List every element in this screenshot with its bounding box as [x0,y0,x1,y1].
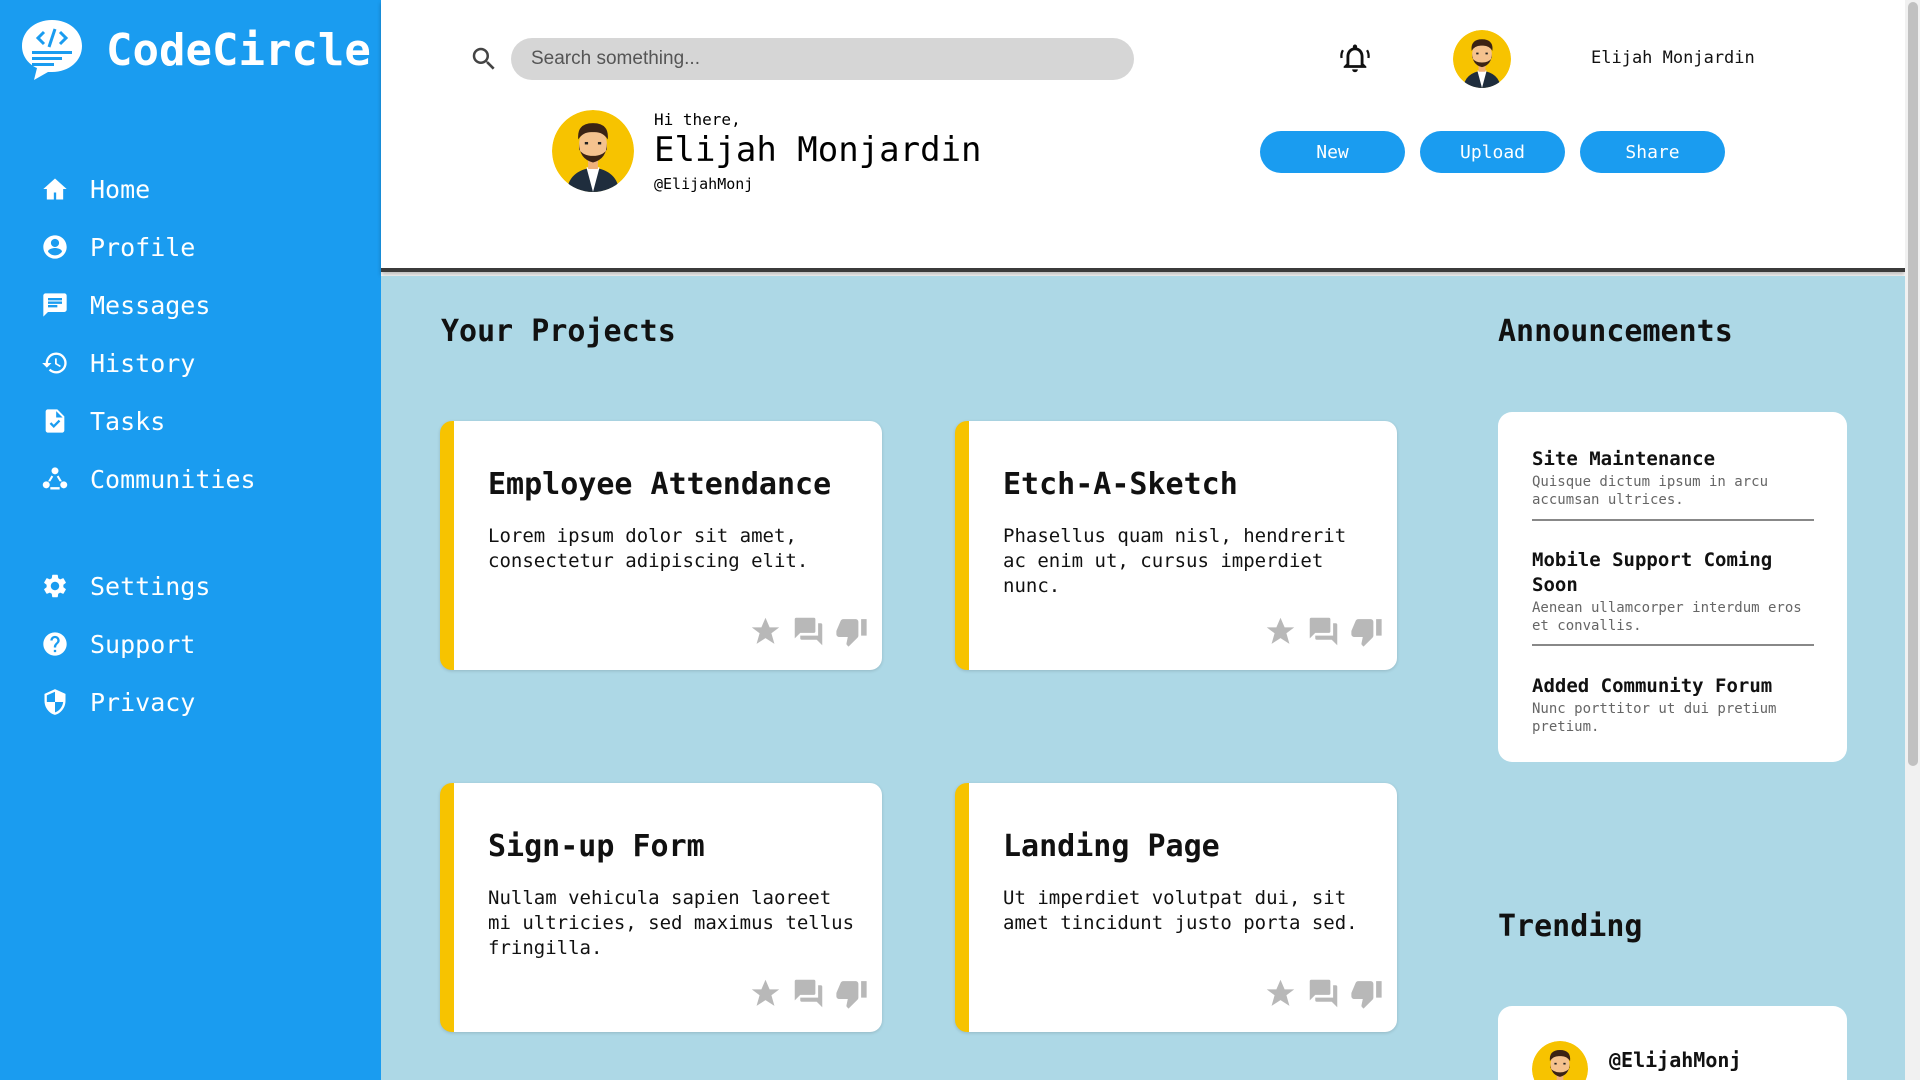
projects-title: Your Projects [441,314,676,349]
history-icon [40,348,70,378]
project-title: Etch-A-Sketch [1003,467,1238,502]
sidebar-item-label: Communities [90,464,256,494]
sidebar-item-privacy[interactable]: Privacy [40,673,360,731]
trending-title: Trending [1498,909,1643,944]
sidebar-item-tasks[interactable]: Tasks [40,392,360,450]
announcements-title: Announcements [1498,314,1733,349]
scrollbar-thumb[interactable] [1908,2,1918,766]
sidebar-item-label: Support [90,629,196,659]
announcement-item[interactable]: Added Community Forum Nunc porttitor ut … [1532,674,1814,736]
project-card[interactable]: Employee Attendance Lorem ipsum dolor si… [440,421,882,670]
announcement-title: Mobile Support Coming Soon [1532,549,1773,596]
announcement-description: Nunc porttitor ut dui pretium pretium. [1532,701,1777,735]
account-circle-icon [40,232,70,262]
project-description: Nullam vehicula sapien laoreet mi ultric… [488,887,855,959]
star-icon[interactable] [749,615,782,648]
announcement-item[interactable]: Site Maintenance Quisque dictum ipsum in… [1532,447,1814,509]
project-title: Landing Page [1003,829,1220,864]
card-actions [1264,977,1383,1010]
communities-icon [40,464,70,494]
project-description: Phasellus quam nisl, hendrerit ac enim u… [1003,525,1347,597]
sidebar-item-profile[interactable]: Profile [40,218,360,276]
project-description: Ut imperdiet volutpat dui, sit amet tinc… [1003,887,1358,934]
sidebar-item-label: Profile [90,232,196,262]
project-title: Employee Attendance [488,467,832,502]
announcement-item[interactable]: Mobile Support Coming Soon Aenean ullamc… [1532,548,1814,635]
forum-icon[interactable] [1307,977,1340,1010]
sidebar-item-label: Tasks [90,406,166,436]
thumbs-down-icon[interactable] [1350,977,1383,1010]
trending-user-handle[interactable]: @ElijahMonj [1609,1048,1741,1072]
forum-icon[interactable] [1307,615,1340,648]
thumbs-down-icon[interactable] [835,615,868,648]
search-icon[interactable] [469,44,499,74]
sidebar-item-settings[interactable]: Settings [40,557,360,615]
sidebar-item-support[interactable]: Support [40,615,360,673]
bell-icon[interactable] [1338,40,1372,76]
trending-panel: @ElijahMonj [1498,1006,1847,1080]
announcement-description: Quisque dictum ipsum in arcu accumsan ul… [1532,474,1769,508]
project-card[interactable]: Etch-A-Sketch Phasellus quam nisl, hendr… [955,421,1397,670]
gear-icon [40,571,70,601]
divider [1532,644,1814,646]
upload-button[interactable]: Upload [1420,131,1565,173]
sidebar-item-label: Settings [90,571,211,601]
project-card[interactable]: Sign-up Form Nullam vehicula sapien laor… [440,783,882,1032]
profile-avatar [552,110,634,192]
card-actions [749,615,868,648]
help-icon [40,629,70,659]
share-button[interactable]: Share [1580,131,1725,173]
card-actions [1264,615,1383,648]
sidebar-item-history[interactable]: History [40,334,360,392]
star-icon[interactable] [1264,977,1297,1010]
announcement-title: Site Maintenance [1532,448,1716,470]
card-actions [749,977,868,1010]
search-input[interactable] [511,38,1134,80]
header: Elijah Monjardin Hi there, Elijah Monjar… [381,0,1905,272]
main-content: Your Projects Employee Attendance Lorem … [381,276,1905,1080]
app-name: CodeCircle [106,24,371,76]
announcements-panel: Site Maintenance Quisque dictum ipsum in… [1498,412,1847,762]
header-username[interactable]: Elijah Monjardin [1591,48,1755,68]
brand[interactable]: CodeCircle [20,18,371,82]
new-button[interactable]: New [1260,131,1405,173]
project-card[interactable]: Landing Page Ut imperdiet volutpat dui, … [955,783,1397,1032]
forum-icon[interactable] [792,615,825,648]
user-handle: @ElijahMonj [654,175,754,193]
sidebar-item-messages[interactable]: Messages [40,276,360,334]
user-full-name: Elijah Monjardin [654,130,982,170]
project-title: Sign-up Form [488,829,705,864]
primary-nav: Home Profile Messages History Tasks Comm… [40,160,360,508]
sidebar-item-label: Privacy [90,687,196,717]
sidebar-item-home[interactable]: Home [40,160,360,218]
star-icon[interactable] [749,977,782,1010]
sidebar-item-label: Home [90,174,151,204]
star-icon[interactable] [1264,615,1297,648]
shield-icon [40,687,70,717]
task-icon [40,406,70,436]
thumbs-down-icon[interactable] [835,977,868,1010]
sidebar: CodeCircle Home Profile Messages History… [0,0,381,1080]
announcement-title: Added Community Forum [1532,675,1773,697]
greeting-text: Hi there, [654,110,741,129]
thumbs-down-icon[interactable] [1350,615,1383,648]
secondary-nav: Settings Support Privacy [40,557,360,731]
announcement-description: Aenean ullamcorper interdum eros et conv… [1532,600,1802,634]
forum-icon[interactable] [792,977,825,1010]
message-icon [40,290,70,320]
code-chat-logo-icon [22,20,82,80]
sidebar-item-label: History [90,348,196,378]
home-icon [40,174,70,204]
avatar[interactable] [1532,1041,1588,1080]
sidebar-item-communities[interactable]: Communities [40,450,360,508]
sidebar-item-label: Messages [90,290,211,320]
project-description: Lorem ipsum dolor sit amet, consectetur … [488,525,809,572]
divider [1532,519,1814,521]
avatar[interactable] [1453,30,1511,88]
